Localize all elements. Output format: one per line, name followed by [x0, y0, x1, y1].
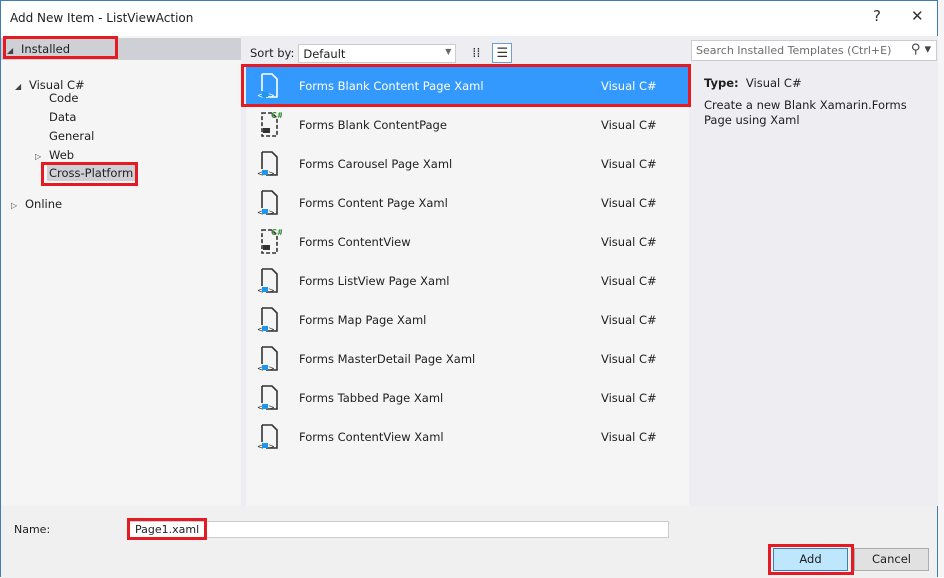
grid-view-button[interactable]: ⁞⁞: [466, 43, 486, 63]
collapsed-triangle-icon: ▷: [11, 201, 18, 210]
sort-select[interactable]: Default ▼: [298, 43, 457, 63]
template-list: < > Forms Blank Content Page Xaml Visual C#…: [246, 64, 689, 506]
template-row[interactable]: C# Forms Blank ContentPage Visual C#: [246, 105, 689, 144]
xaml-file-icon: < >: [256, 149, 282, 179]
help-button[interactable]: ?: [873, 7, 881, 25]
template-row[interactable]: C# Forms ContentView Visual C#: [246, 222, 689, 261]
template-name: Forms Tabbed Page Xaml: [299, 390, 444, 405]
svg-text:>: >: [268, 403, 275, 412]
template-row[interactable]: < > Forms Map Page Xaml Visual C#: [246, 300, 689, 339]
window-title: Add New Item - ListViewAction: [10, 11, 194, 25]
svg-text:>: >: [268, 208, 275, 217]
template-language: Visual C#: [601, 156, 657, 171]
name-input[interactable]: Page1.xaml: [129, 521, 669, 538]
template-language: Visual C#: [601, 312, 657, 327]
tree-item-visual-csharp[interactable]: ◢ Visual C#: [15, 78, 85, 92]
tree-item-cross-platform[interactable]: Cross-Platform: [47, 165, 136, 181]
type-value: Visual C#: [745, 76, 802, 90]
tree-item-installed[interactable]: ◢ Installed: [1, 38, 241, 60]
tree-item-general[interactable]: General: [49, 129, 94, 143]
template-name: Forms Content Page Xaml: [299, 195, 448, 210]
xaml-file-icon: < >: [256, 383, 282, 413]
template-tree: ◢ Installed ◢ Visual C# Code Data General …: [1, 36, 241, 506]
template-row[interactable]: < > Forms Blank Content Page Xaml Visual C#: [246, 66, 689, 105]
svg-text:>: >: [268, 91, 275, 100]
tree-item-data[interactable]: Data: [49, 110, 76, 124]
title-bar: Add New Item - ListViewAction ? ✕: [1, 1, 937, 36]
chevron-down-icon: ▼: [445, 46, 452, 56]
expanded-triangle-icon: ◢: [15, 82, 22, 91]
name-label: Name:: [14, 523, 51, 536]
tree-item-online[interactable]: ▷ Online: [11, 197, 62, 211]
template-name: Forms MasterDetail Page Xaml: [299, 351, 476, 366]
tree-item-web[interactable]: ▷ Web: [35, 148, 74, 162]
template-language: Visual C#: [601, 117, 657, 132]
template-language: Visual C#: [601, 234, 657, 249]
template-row[interactable]: < > Forms Carousel Page Xaml Visual C#: [246, 144, 689, 183]
template-name: Forms ContentView: [299, 234, 411, 249]
type-label: Type:: [704, 76, 739, 90]
list-view-button[interactable]: ☰: [492, 43, 513, 63]
add-new-item-dialog: Add New Item - ListViewAction ? ✕ ◢ Insta…: [0, 0, 939, 578]
template-language: Visual C#: [601, 351, 657, 366]
template-language: Visual C#: [601, 429, 657, 444]
xaml-file-icon: < >: [256, 344, 282, 374]
template-name: Forms Blank ContentPage: [299, 117, 447, 132]
svg-text:>: >: [268, 169, 275, 178]
template-row[interactable]: < > Forms MasterDetail Page Xaml Visual C#: [246, 339, 689, 378]
add-button[interactable]: Add: [773, 548, 848, 571]
svg-text:>: >: [268, 364, 275, 373]
template-language: Visual C#: [601, 273, 657, 288]
xaml-file-icon: < >: [256, 71, 282, 101]
template-name: Forms Map Page Xaml: [299, 312, 427, 327]
close-button[interactable]: ✕: [911, 7, 924, 25]
svg-text:C#: C#: [271, 228, 282, 237]
template-description: Create a new Blank Xamarin.Forms Page us…: [704, 98, 907, 127]
template-row[interactable]: < > Forms Tabbed Page Xaml Visual C#: [246, 378, 689, 417]
template-row[interactable]: < > Forms ContentView Xaml Visual C#: [246, 417, 689, 456]
collapsed-triangle-icon: ▷: [35, 152, 42, 161]
search-input[interactable]: Search Installed Templates (Ctrl+E) ⚲ ▾: [691, 40, 937, 61]
template-name: Forms Carousel Page Xaml: [299, 156, 453, 171]
template-name: Forms ContentView Xaml: [299, 429, 444, 444]
template-row[interactable]: < > Forms ListView Page Xaml Visual C#: [246, 261, 689, 300]
details-panel: Search Installed Templates (Ctrl+E) ⚲ ▾ T…: [691, 36, 939, 506]
template-row[interactable]: < > Forms Content Page Xaml Visual C#: [246, 183, 689, 222]
xaml-file-icon: < >: [256, 305, 282, 335]
expanded-triangle-icon: ◢: [7, 46, 14, 55]
svg-text:>: >: [268, 442, 275, 451]
background-window-edge: [938, 0, 944, 577]
search-icon[interactable]: ⚲ ▾: [911, 42, 931, 57]
template-list-panel: Sort by: Default ▼ ⁞⁞ ☰ < > Forms Blank Con…: [241, 36, 691, 506]
svg-text:>: >: [268, 286, 275, 295]
xaml-file-icon: < >: [256, 422, 282, 452]
template-name: Forms Blank Content Page Xaml: [299, 78, 484, 93]
xaml-file-icon: < >: [256, 266, 282, 296]
csharp-file-icon: C#: [256, 227, 284, 257]
cancel-button[interactable]: Cancel: [854, 548, 929, 571]
template-language: Visual C#: [601, 78, 657, 93]
template-name: Forms ListView Page Xaml: [299, 273, 450, 288]
csharp-file-icon: C#: [256, 110, 284, 140]
xaml-file-icon: < >: [256, 188, 282, 218]
sort-label: Sort by:: [250, 46, 295, 60]
template-language: Visual C#: [601, 390, 657, 405]
template-language: Visual C#: [601, 195, 657, 210]
svg-text:>: >: [268, 325, 275, 334]
footer: Name: Page1.xaml Add Cancel: [1, 506, 937, 578]
tree-item-code[interactable]: Code: [49, 91, 78, 105]
list-icon: ☰: [496, 45, 509, 61]
grid-icon: ⁞⁞: [472, 45, 481, 61]
svg-text:C#: C#: [271, 111, 282, 120]
